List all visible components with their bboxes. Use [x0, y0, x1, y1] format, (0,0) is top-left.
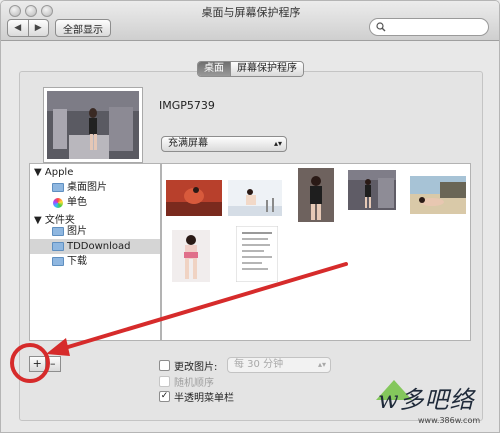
site-watermark: w多吧络 www.386w.com	[372, 372, 498, 430]
chevron-left-icon: ◀	[14, 23, 22, 33]
watermark-text: w多吧络	[378, 386, 475, 414]
updown-chevron-icon: ▴▾	[317, 360, 326, 369]
add-folder-button[interactable]: +	[30, 357, 45, 371]
wallpaper-image	[47, 91, 139, 159]
folder-icon	[52, 183, 64, 192]
source-item-desktop-pictures[interactable]: 桌面图片	[30, 180, 160, 195]
wallpaper-thumb[interactable]	[166, 180, 222, 216]
add-remove-buttons: + –	[29, 356, 61, 372]
show-all-button[interactable]: 全部显示	[55, 19, 111, 37]
translucent-menu-label: 半透明菜单栏	[174, 393, 234, 404]
forward-button[interactable]: ▶	[27, 20, 49, 36]
back-button[interactable]: ◀	[8, 20, 28, 36]
change-interval-value: 每 30 分钟	[234, 359, 284, 370]
search-icon	[376, 22, 386, 32]
current-wallpaper-preview	[43, 87, 143, 163]
preferences-window: 桌面与屏幕保护程序 ◀ ▶ 全部显示 桌面 屏幕保护程序 IMGP5739 充满…	[0, 0, 500, 433]
wallpaper-thumb[interactable]	[410, 176, 466, 214]
chevron-right-icon: ▶	[34, 23, 42, 33]
source-item-tddownload[interactable]: TDDownload	[30, 239, 160, 254]
change-picture-row: 更改图片:	[159, 358, 217, 373]
source-item-downloads[interactable]: 下载	[30, 254, 160, 269]
random-order-checkbox[interactable]	[159, 376, 170, 387]
folder-icon	[52, 257, 64, 266]
wallpaper-thumb[interactable]	[228, 180, 282, 216]
tab-bar: 桌面 屏幕保护程序	[197, 61, 304, 77]
search-input[interactable]	[369, 18, 489, 36]
source-list[interactable]: ▼ Apple 桌面图片 单色 ▼ 文件夹 图片 TDDownload 下载	[29, 163, 161, 341]
folder-icon	[52, 227, 64, 236]
title-bar: 桌面与屏幕保护程序 ◀ ▶ 全部显示	[1, 1, 499, 41]
source-item-pictures[interactable]: 图片	[30, 224, 160, 239]
change-interval-select[interactable]: 每 30 分钟 ▴▾	[227, 357, 331, 373]
translucent-menu-checkbox[interactable]: ✓	[159, 391, 170, 402]
updown-chevron-icon: ▴▾	[273, 139, 282, 148]
tab-screensaver[interactable]: 屏幕保护程序	[230, 62, 303, 76]
fill-mode-select[interactable]: 充满屏幕 ▴▾	[161, 136, 287, 152]
disclosure-triangle-icon: ▼	[34, 167, 42, 178]
watermark-url: www.386w.com	[418, 416, 481, 425]
wallpaper-thumb[interactable]	[236, 226, 278, 282]
translucent-menu-row: ✓ 半透明菜单栏	[159, 389, 234, 404]
color-wheel-icon	[53, 198, 63, 208]
remove-folder-button[interactable]: –	[44, 357, 61, 371]
wallpaper-thumb[interactable]	[298, 168, 334, 222]
wallpaper-thumb[interactable]	[348, 170, 396, 210]
change-picture-label: 更改图片:	[174, 362, 218, 373]
fill-mode-value: 充满屏幕	[168, 138, 208, 149]
tab-desktop[interactable]: 桌面	[198, 62, 230, 76]
source-group-apple[interactable]: ▼ Apple	[34, 167, 73, 178]
change-picture-checkbox[interactable]	[159, 360, 170, 371]
random-order-row: 随机顺序	[159, 374, 214, 389]
wallpaper-grid	[161, 163, 471, 341]
folder-icon	[52, 242, 64, 251]
random-order-label: 随机顺序	[174, 378, 214, 389]
source-item-solid-colors[interactable]: 单色	[30, 195, 160, 210]
nav-buttons: ◀ ▶	[7, 19, 49, 37]
wallpaper-file-name: IMGP5739	[159, 99, 215, 112]
wallpaper-thumb[interactable]	[172, 230, 210, 282]
